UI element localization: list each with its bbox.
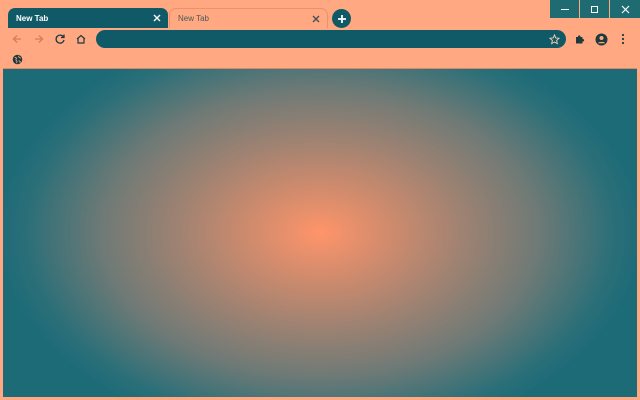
reload-icon bbox=[55, 34, 65, 44]
menu-button[interactable] bbox=[615, 31, 631, 47]
toolbar bbox=[0, 28, 640, 50]
tab-close-button[interactable] bbox=[309, 12, 323, 26]
bookmarks-bar bbox=[0, 50, 640, 68]
back-button[interactable] bbox=[9, 31, 25, 47]
window-close-button[interactable] bbox=[609, 0, 640, 18]
close-icon bbox=[621, 5, 629, 13]
puzzle-icon bbox=[576, 35, 585, 44]
account-circle-icon bbox=[595, 33, 607, 45]
tab-title: New Tab bbox=[16, 13, 49, 23]
close-icon bbox=[153, 14, 161, 22]
forward-button[interactable] bbox=[31, 31, 47, 47]
profile-button[interactable] bbox=[593, 31, 609, 47]
plus-icon bbox=[337, 14, 346, 23]
globe-icon bbox=[12, 54, 22, 64]
window-controls bbox=[549, 0, 640, 18]
maximize-button[interactable] bbox=[579, 0, 609, 18]
star-icon bbox=[548, 33, 560, 45]
tab-close-button[interactable] bbox=[150, 11, 164, 25]
tab-new-tab-active[interactable]: New Tab bbox=[8, 8, 168, 28]
reload-button[interactable] bbox=[52, 31, 68, 47]
bookmark-star-button[interactable] bbox=[547, 32, 561, 46]
minimize-icon bbox=[560, 8, 569, 10]
minimize-button[interactable] bbox=[549, 0, 579, 18]
arrow-left-icon bbox=[12, 35, 21, 43]
new-tab-button[interactable] bbox=[332, 9, 351, 28]
home-icon bbox=[76, 34, 86, 44]
tab-title: New Tab bbox=[178, 14, 209, 23]
address-input[interactable] bbox=[106, 30, 536, 48]
new-tab-page-background bbox=[3, 68, 637, 397]
arrow-right-icon bbox=[35, 35, 44, 43]
close-icon bbox=[312, 15, 320, 22]
address-bar[interactable] bbox=[96, 30, 566, 48]
home-button[interactable] bbox=[73, 31, 89, 47]
bookmark-item[interactable] bbox=[10, 52, 24, 66]
maximize-icon bbox=[591, 5, 598, 13]
extensions-button[interactable] bbox=[572, 31, 588, 47]
kebab-menu-icon bbox=[621, 33, 625, 45]
browser-window: New Tab New Tab bbox=[0, 0, 640, 400]
tab-new-tab[interactable]: New Tab bbox=[169, 8, 328, 28]
